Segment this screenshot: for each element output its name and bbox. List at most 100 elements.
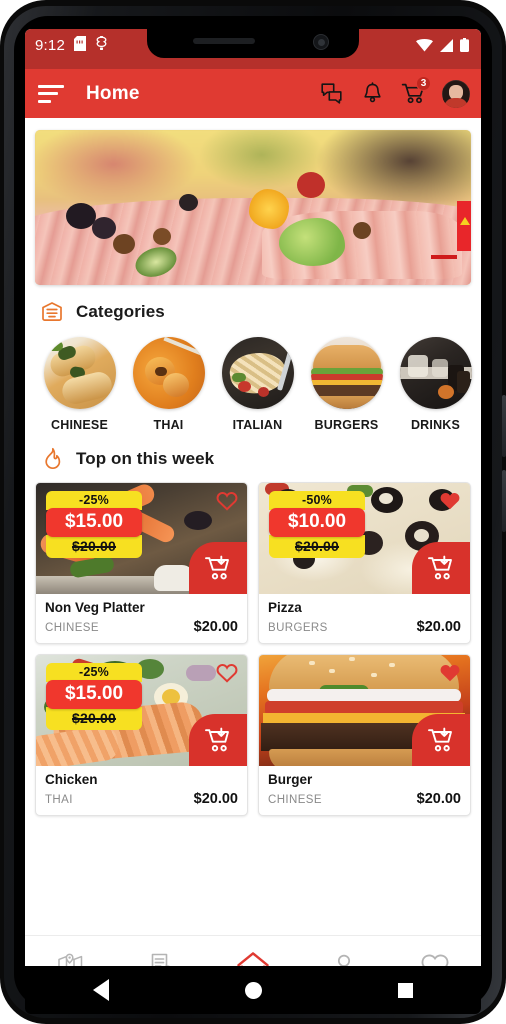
product-info: Pizza BURGERS $20.00 [259,594,470,643]
category-label: DRINKS [410,418,461,432]
product-info: Burger CHINESE $20.00 [259,766,470,815]
product-image-container: -25% $15.00 $20.00 [36,654,247,766]
product-card-pizza[interactable]: -50% $10.00 $20.00 Pizza BURGERS $20.00 [258,482,471,644]
chat-icon[interactable] [319,81,344,106]
top-week-header: Top on this week [25,432,481,472]
notification-bell-icon[interactable] [360,81,385,106]
favorite-heart-icon[interactable] [439,662,461,683]
price-badge-stack: -50% $10.00 $20.00 [269,491,365,558]
banner-side-sticker [457,201,471,252]
product-price: $20.00 [193,618,238,635]
banner-lettuce [279,218,346,267]
wifi-icon [416,38,433,56]
price-badge-stack: -25% $15.00 $20.00 [46,662,142,730]
categories-tray-icon [39,299,65,325]
categories-row[interactable]: CHINESE THAI ITALIAN BURGERS DRINKS [25,325,481,432]
product-price: $20.00 [416,790,461,807]
product-name: Chicken [45,771,98,787]
status-bar-left: 9:12 [35,36,108,55]
volume-down-button[interactable] [502,470,506,532]
old-price-badge: $20.00 [269,535,365,558]
status-bar-right [416,38,469,56]
back-button[interactable] [73,976,129,1004]
page-title: Home [86,82,140,104]
category-image-drinks [399,337,472,409]
sd-card-icon [74,36,86,55]
avatar[interactable] [442,79,470,108]
category-item-thai[interactable]: THAI [124,337,213,432]
categories-header: Categories [25,285,481,325]
product-meta-row: CHINESE $20.00 [45,619,238,635]
volume-up-button[interactable] [502,395,506,457]
product-meta-row: CHINESE $20.00 [268,791,461,807]
app-bar-actions: 3 [319,76,470,108]
recents-button[interactable] [377,976,433,1004]
sale-price-badge: $10.00 [269,508,365,537]
product-card-chicken[interactable]: -25% $15.00 $20.00 Chicken THAI $20.00 [35,653,248,816]
promo-banner[interactable] [35,130,471,285]
price-badge-stack: -25% $15.00 $20.00 [46,491,142,558]
product-card-burger[interactable]: Burger CHINESE $20.00 [258,653,471,816]
add-to-cart-button[interactable] [189,542,247,594]
page-content: Categories CHINESE THAI ITALIAN BURGERS … [25,118,481,995]
banner-indicator [431,254,457,259]
category-item-italian[interactable]: ITALIAN [213,337,302,432]
product-card-non-veg-platter[interactable]: -25% $15.00 $20.00 Non Veg Platter CHINE… [35,482,248,644]
add-to-cart-button[interactable] [189,713,247,766]
category-label: BURGERS [314,418,379,432]
cart-badge: 3 [416,76,431,91]
category-image-chinese [43,337,116,409]
category-label: THAI [153,418,184,432]
phone-notch [147,29,359,58]
app-bar: Home 3 [25,69,481,118]
banner-olive [178,193,198,211]
product-name: Burger [268,771,313,787]
category-item-chinese[interactable]: CHINESE [35,337,124,432]
phone-screen: 9:12 Home 3 Categories CHINESE THAI ITAL… [25,29,481,995]
flame-icon [39,446,65,472]
product-category: BURGERS [268,621,328,634]
home-button[interactable] [225,976,281,1004]
front-camera [313,34,329,50]
banner-garnish [152,227,171,245]
product-name: Non Veg Platter [45,600,145,615]
status-clock: 9:12 [35,37,65,54]
category-image-thai [132,337,205,409]
product-image-container [259,654,470,766]
cart-icon[interactable]: 3 [401,76,431,106]
product-info: Non Veg Platter CHINESE $20.00 [36,594,247,643]
product-image-container: -25% $15.00 $20.00 [36,483,247,594]
earpiece-speaker [193,38,255,44]
usb-debug-icon [95,36,108,55]
old-price-badge: $20.00 [46,706,142,730]
product-meta-row: BURGERS $20.00 [268,619,461,635]
banner-olive [91,216,116,239]
category-item-burgers[interactable]: BURGERS [302,337,391,432]
product-category: THAI [45,793,73,806]
old-price-badge: $20.00 [46,535,142,558]
product-info: Chicken THAI $20.00 [36,766,247,815]
product-name: Pizza [268,600,302,615]
android-navigation-bar [25,966,481,1014]
banner-olive [65,203,96,230]
favorite-heart-icon[interactable] [216,490,238,511]
signal-icon [439,38,454,56]
hamburger-menu-icon[interactable] [38,84,64,103]
top-week-title: Top on this week [76,449,215,468]
phone-frame: 9:12 Home 3 Categories CHINESE THAI ITAL… [0,0,506,1024]
sale-price-badge: $15.00 [46,679,142,709]
category-image-burgers [310,337,383,409]
category-label: ITALIAN [232,418,283,432]
category-image-italian [221,337,294,409]
favorite-heart-icon[interactable] [439,490,461,511]
battery-icon [460,38,469,56]
categories-title: Categories [76,302,165,321]
add-to-cart-button[interactable] [412,542,470,594]
product-category: CHINESE [45,621,99,634]
banner-garnish [353,221,372,239]
favorite-heart-icon[interactable] [216,662,238,683]
product-price: $20.00 [193,790,238,807]
category-item-drinks[interactable]: DRINKS [391,337,480,432]
banner-physalis [248,189,289,230]
add-to-cart-button[interactable] [412,713,470,766]
